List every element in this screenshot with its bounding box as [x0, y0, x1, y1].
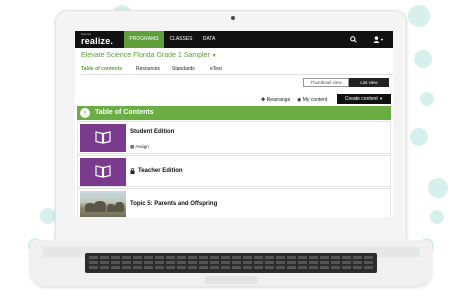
- my-content-button[interactable]: ◉ My content: [297, 97, 327, 103]
- subnav-etext[interactable]: eText: [210, 66, 222, 72]
- rearrange-button[interactable]: ✚ Rearrange: [261, 97, 290, 103]
- tab-programs[interactable]: PROGRAMS: [124, 31, 164, 48]
- chevron-down-icon: ▼: [211, 53, 217, 59]
- course-title: Elevate Science Florida Grade 1 Sampler: [81, 52, 210, 59]
- book-thumbnail: [80, 124, 126, 152]
- course-title-dropdown[interactable]: Elevate Science Florida Grade 1 Sampler …: [81, 52, 217, 59]
- eye-icon: ◉: [297, 97, 302, 103]
- subnav-resources[interactable]: Resources: [136, 66, 160, 72]
- subnav-divider: [81, 74, 393, 75]
- decorative-dot: [408, 5, 430, 27]
- subnav-table-of-contents[interactable]: Table of contents: [81, 66, 122, 72]
- assign-link[interactable]: ▦ Assign: [130, 144, 149, 150]
- laptop-screen: Savvas realize. PROGRAMS CLASSES DATA El…: [75, 31, 393, 217]
- laptop-touchpad: [205, 276, 257, 284]
- move-icon: ✚: [261, 97, 266, 103]
- elephants-photo-thumbnail: [80, 191, 126, 217]
- webcam-icon: [231, 16, 235, 20]
- assign-label: Assign: [135, 144, 149, 149]
- decorative-dot: [414, 50, 432, 68]
- decorative-dot: [430, 210, 444, 224]
- create-content-label: Create content: [344, 96, 378, 102]
- toc-item-topic-5[interactable]: Topic 5: Parents and Offspring: [77, 188, 391, 217]
- decorative-dot: [410, 128, 428, 146]
- list-view-button[interactable]: List view: [349, 78, 389, 87]
- tab-classes[interactable]: CLASSES: [166, 31, 196, 48]
- back-arrow-icon[interactable]: ‹: [80, 108, 90, 118]
- decorative-dot: [428, 178, 448, 198]
- toc-item-student-edition[interactable]: Student Edition ▦ Assign: [77, 121, 391, 154]
- thumbnail-view-button[interactable]: Thumbnail view: [303, 78, 349, 87]
- subnav-standards[interactable]: Standards: [172, 66, 195, 72]
- my-content-label: My content: [302, 97, 328, 103]
- brand-name: realize.: [81, 36, 114, 46]
- tab-data[interactable]: DATA: [198, 31, 220, 48]
- toc-item-title: Student Edition: [130, 129, 175, 135]
- laptop-keyboard: [85, 253, 377, 273]
- brand-logo[interactable]: Savvas realize.: [81, 32, 113, 46]
- user-icon[interactable]: [369, 31, 387, 48]
- toc-item-title: Teacher Edition: [138, 168, 183, 174]
- chevron-down-icon: ▼: [379, 96, 384, 101]
- book-icon: [95, 131, 111, 144]
- rearrange-label: Rearrange: [266, 97, 291, 103]
- toc-header: ‹ Table of Contents: [77, 106, 391, 120]
- top-nav-bar: Savvas realize. PROGRAMS CLASSES DATA: [75, 31, 393, 48]
- search-icon[interactable]: [345, 31, 361, 48]
- toc-title: Table of Contents: [95, 109, 154, 116]
- book-icon: [95, 165, 111, 178]
- toc-item-teacher-edition[interactable]: Teacher Edition: [77, 155, 391, 187]
- decorative-dot: [420, 92, 434, 106]
- lock-icon: [130, 168, 135, 174]
- assign-icon: ▦: [130, 144, 135, 149]
- decorative-dot: [40, 208, 56, 224]
- create-content-button[interactable]: Create content ▼: [337, 94, 391, 104]
- book-thumbnail: [80, 158, 126, 186]
- toc-item-title: Topic 5: Parents and Offspring: [130, 201, 218, 207]
